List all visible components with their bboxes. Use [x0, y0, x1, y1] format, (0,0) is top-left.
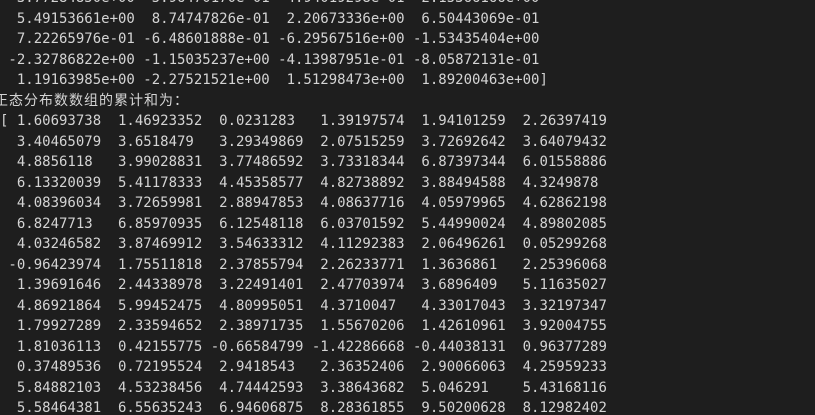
output-line: 6.13320039 5.41178333 4.45358577 4.82738…	[0, 174, 599, 191]
output-line: 4.8856118 3.99028831 3.77486592 3.733183…	[0, 154, 607, 170]
output-line: 3.40465079 3.6518479 3.29349869 2.075152…	[0, 133, 607, 150]
output-line: 4.08396034 3.72659981 2.88947853 4.08637…	[0, 195, 607, 211]
output-line: 0.37489536 0.72195524 2.9418543 2.363524…	[0, 359, 607, 375]
output-line: 5.58464381 6.55635243 6.94606875 8.28361…	[0, 400, 607, 415]
output-line: 1.39691646 2.44338978 3.22491401 2.47703…	[0, 277, 607, 293]
output-line: 1.79927289 2.33594652 2.38971735 1.55670…	[0, 318, 607, 334]
output-line: 5.84882103 4.53238456 4.74442593 3.38643…	[0, 379, 607, 396]
output-line: 1.19163985e+00 -2.27521521e+00 1.5129847…	[0, 72, 548, 88]
output-heading-line: 正态分布数数组的累计和为：	[0, 92, 189, 109]
output-line: 7.22265976e-01 -6.48601888e-01 -6.295675…	[0, 31, 540, 47]
terminal-output[interactable]: 3.77284850e+00 -5.96470170e-01 4.9401929…	[0, 0, 815, 415]
output-line: 3.77284850e+00 -5.96470170e-01 4.9401929…	[0, 0, 815, 9]
output-line: 4.03246582 3.87469912 3.54633312 4.11292…	[0, 236, 607, 252]
output-line: 4.86921864 5.99452475 4.80995051 4.37100…	[0, 297, 607, 314]
output-line: 6.8247713 6.85970935 6.12548118 6.037015…	[0, 215, 607, 232]
output-line: 1.81036113 0.42155775 -0.66584799 -1.422…	[0, 338, 607, 355]
output-line: 5.49153661e+00 8.74747826e-01 2.20673336…	[0, 10, 540, 27]
output-lines: 3.77284850e+00 -5.96470170e-01 4.9401929…	[0, 0, 815, 415]
output-line: -2.32786822e+00 -1.15035237e+00 -4.13987…	[0, 51, 540, 68]
output-line: [ 1.60693738 1.46923352 0.0231283 1.3919…	[0, 113, 607, 129]
output-line: -0.96423974 1.75511818 2.37855794 2.2623…	[0, 256, 607, 273]
